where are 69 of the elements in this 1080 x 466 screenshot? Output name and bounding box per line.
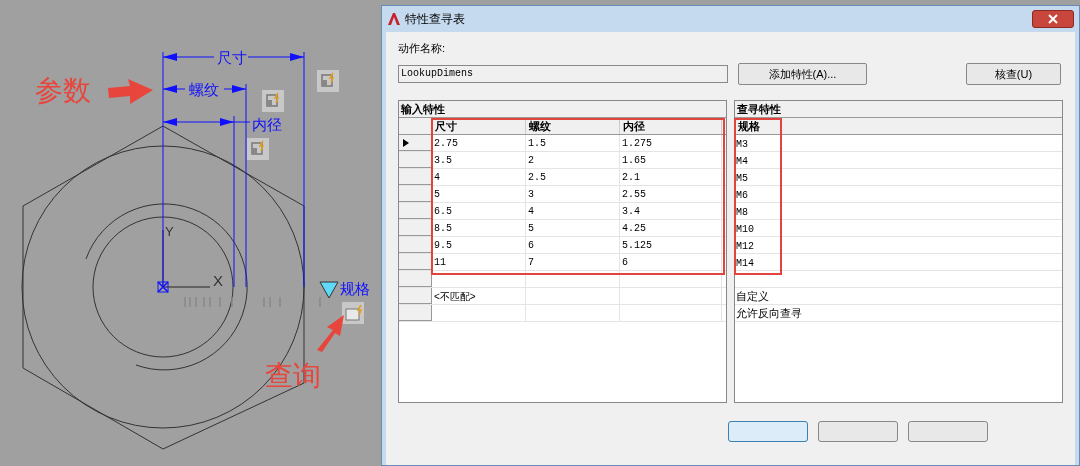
table-cell: 3.5: [432, 152, 526, 168]
lookup-label: 规格: [340, 280, 370, 297]
window-title: 特性查寻表: [405, 11, 465, 28]
table-cell: 允许反向查寻: [736, 307, 802, 319]
table-cell: M14: [736, 258, 754, 269]
table-cell: 5: [526, 220, 620, 236]
column-header[interactable]: 尺寸: [432, 118, 526, 134]
dialog-button[interactable]: [728, 421, 808, 442]
table-cell: 6: [526, 237, 620, 253]
dimension-label: 螺纹: [189, 81, 219, 98]
arrow-icon: [317, 315, 344, 352]
table-cell: 5.125: [620, 237, 722, 253]
app-logo-icon: [387, 12, 401, 26]
table-cell: 4.25: [620, 220, 722, 236]
table-cell: 2: [526, 152, 620, 168]
close-icon: [1048, 14, 1058, 24]
axis-label: X: [213, 272, 223, 289]
arrow-icon: [108, 79, 153, 104]
table-cell: M6: [736, 190, 748, 201]
table-cell: 11: [432, 254, 526, 270]
table-cell: 2.5: [526, 169, 620, 185]
add-property-button[interactable]: 添加特性(A)...: [738, 63, 867, 85]
column-header[interactable]: 螺纹: [526, 118, 620, 134]
panel-header: 输入特性: [399, 101, 726, 118]
action-name-field[interactable]: LookupDimens: [398, 65, 728, 83]
table-cell: M10: [736, 224, 754, 235]
field-label: 动作名称:: [398, 41, 447, 56]
lookup-grip-icon[interactable]: [342, 302, 364, 324]
audit-button[interactable]: 核查(U): [966, 63, 1061, 85]
table-cell: 4: [432, 169, 526, 185]
table-cell: 1.5: [526, 135, 620, 151]
table-cell: 1.275: [620, 135, 722, 151]
parameter-grip-icon[interactable]: [262, 90, 284, 112]
dimension-label: 内径: [252, 116, 282, 133]
annotation-label: 查询: [265, 360, 321, 391]
table-cell: M8: [736, 207, 748, 218]
table-cell: 3.4: [620, 203, 722, 219]
table-cell: 4: [526, 203, 620, 219]
table-cell: 2.75: [432, 135, 526, 151]
dialog-button[interactable]: [908, 421, 988, 442]
column-header[interactable]: 内径: [620, 118, 722, 134]
table-cell: 1.65: [620, 152, 722, 168]
panel-header: 查寻特性: [735, 101, 1062, 118]
table-cell: <不匹配>: [434, 291, 476, 302]
table-cell: 6.5: [432, 203, 526, 219]
table-cell: 自定义: [736, 290, 769, 302]
axis-label: Y: [165, 224, 174, 239]
parameter-grip-icon[interactable]: [317, 70, 339, 92]
table-cell: 7: [526, 254, 620, 270]
table-cell: 2.1: [620, 169, 722, 185]
table-cell: 5: [432, 186, 526, 202]
table-cell: 8.5: [432, 220, 526, 236]
table-cell: M3: [736, 139, 748, 150]
column-header[interactable]: 规格: [735, 118, 1062, 135]
annotation-label: 参数: [35, 75, 91, 106]
table-cell: 3: [526, 186, 620, 202]
close-button[interactable]: [1032, 10, 1074, 28]
table-cell: M5: [736, 173, 748, 184]
table-cell: 6: [620, 254, 722, 270]
table-cell: M4: [736, 156, 748, 167]
dialog-button[interactable]: [818, 421, 898, 442]
row-header[interactable]: [399, 135, 432, 151]
row-pointer-icon: [403, 138, 409, 147]
table-cell: 2.55: [620, 186, 722, 202]
table-cell: M12: [736, 241, 754, 252]
parameter-grip-icon[interactable]: [247, 138, 269, 160]
lookup-triangle-icon: [319, 281, 339, 299]
dimension-label: 尺寸: [217, 49, 247, 66]
table-cell: 9.5: [432, 237, 526, 253]
